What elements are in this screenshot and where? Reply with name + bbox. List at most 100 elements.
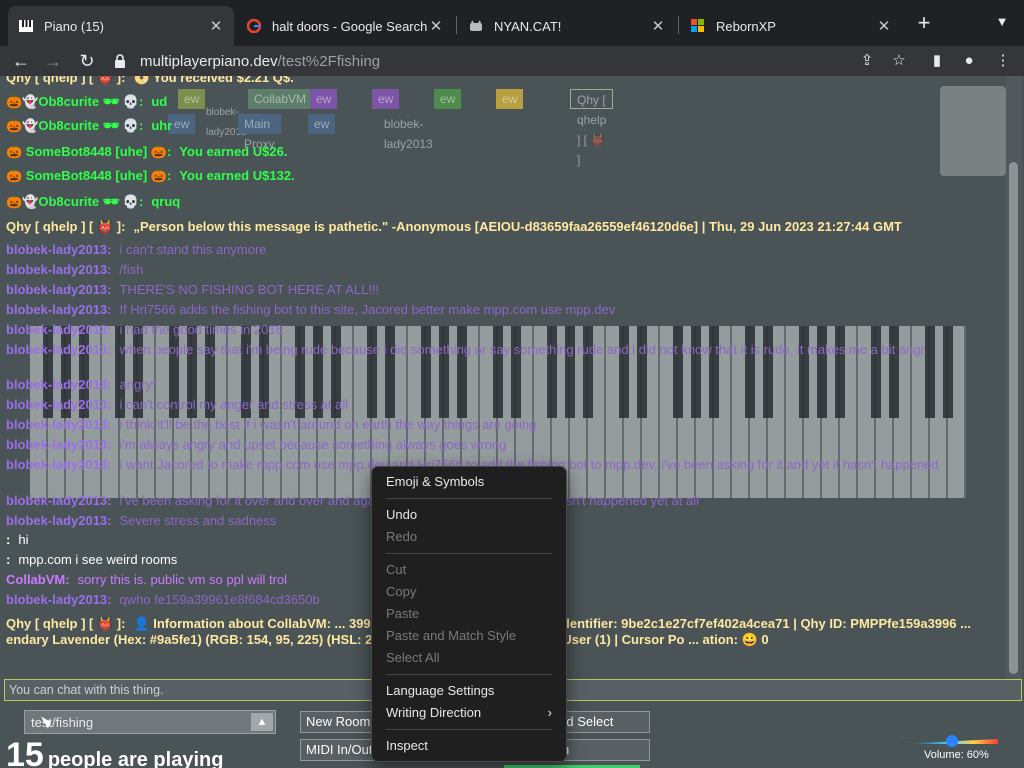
black-key[interactable] [925, 326, 935, 418]
bookmark-star-icon[interactable]: ☆ [888, 50, 910, 72]
menu-item-undo[interactable]: Undo [372, 504, 566, 526]
chat-nick[interactable]: blobek-lady2013: [6, 437, 112, 452]
tab-search-chevron-down-icon[interactable]: ▼ [992, 14, 1012, 34]
chat-nick[interactable]: blobek-lady2013: [6, 322, 112, 337]
people-label: people are playing [47, 749, 224, 768]
chat-nick[interactable]: blobek-lady2013: [6, 342, 112, 357]
share-icon[interactable]: ⇪ [856, 50, 878, 72]
black-key[interactable] [367, 326, 377, 418]
black-key[interactable] [673, 326, 683, 418]
chat-message: 🎃 SomeBot8448 [uhe] 🎃: You earned U$132. [6, 168, 295, 184]
tab-piano[interactable]: Piano (15) ✕ [8, 6, 234, 46]
menu-item-language-settings[interactable]: Language Settings [372, 680, 566, 702]
black-key[interactable] [943, 326, 953, 418]
chat-nick[interactable]: 🎃👻Ob8curite 🕶 💀: [6, 118, 143, 133]
chat-nick[interactable]: : [6, 532, 10, 547]
scrollbar-thumb[interactable] [1009, 162, 1018, 674]
chat-nick[interactable]: blobek-lady2013: [6, 493, 112, 508]
url-path: /test%2Ffishing [277, 52, 381, 70]
close-tab-icon[interactable]: ✕ [650, 17, 666, 35]
close-tab-icon[interactable]: ✕ [428, 17, 444, 35]
black-key[interactable] [439, 326, 449, 418]
back-arrow-icon[interactable]: ← [10, 50, 32, 72]
black-key[interactable] [421, 326, 431, 418]
chat-message: Qhy [ qhelp ] [ 👹 ]: „Person below this m… [6, 219, 902, 235]
black-key[interactable] [637, 326, 647, 418]
black-key[interactable] [763, 326, 773, 418]
menu-item-paste-and-match-style: Paste and Match Style [372, 625, 566, 647]
black-key[interactable] [835, 326, 845, 418]
profile-avatar-icon[interactable]: ● [958, 50, 980, 72]
chat-nick[interactable]: blobek-lady2013: [6, 242, 112, 257]
tab-nyan[interactable]: NYAN.CAT! ✕ [458, 6, 676, 46]
piano-icon [18, 18, 34, 34]
chat-nick[interactable]: 🎃👻Ob8curite 🕶 💀: [6, 194, 143, 209]
tab-title: halt doors - Google Search [272, 18, 428, 34]
chat-nick[interactable]: CollabVM: [6, 572, 70, 587]
address-bar[interactable]: multiplayerpiano.dev/test%2Ffishing [108, 46, 916, 76]
chat-scrollbar[interactable] [1006, 76, 1022, 679]
chat-nick[interactable]: : [6, 552, 10, 567]
chat-nick[interactable]: blobek-lady2013: [6, 513, 112, 528]
menu-item-emoji-symbols[interactable]: Emoji & Symbols [372, 471, 566, 493]
chat-message: 🎃👻Ob8curite 🕶 💀: ud [6, 94, 167, 110]
tab-title: NYAN.CAT! [494, 18, 562, 34]
chat-nick[interactable]: 🎃 SomeBot8448 [uhe] 🎃: [6, 144, 171, 159]
black-key[interactable] [817, 326, 827, 418]
chat-nick[interactable]: 🎃👻Ob8curite 🕶 💀: [6, 94, 143, 109]
black-key[interactable] [457, 326, 467, 418]
black-key[interactable] [565, 326, 575, 418]
black-key[interactable] [385, 326, 395, 418]
black-key[interactable] [511, 326, 521, 418]
chat-nick[interactable]: Qhy [ qhelp ] [ 👹 ]: [6, 76, 125, 85]
room-name: test/fishing [31, 715, 94, 730]
lock-icon[interactable] [114, 54, 130, 68]
forward-arrow-icon[interactable]: → [42, 50, 64, 72]
menu-item-writing-direction[interactable]: Writing Direction › [372, 702, 566, 724]
black-key[interactable] [583, 326, 593, 418]
chat-message: blobek-lady2013: i can't control my anger… [6, 397, 348, 412]
menu-separator [386, 553, 552, 554]
tab-rebornxp[interactable]: RebornXP ✕ [680, 6, 902, 46]
new-tab-plus-icon[interactable]: + [912, 12, 936, 36]
chat-nick[interactable]: blobek-lady2013: [6, 302, 112, 317]
menu-item-inspect[interactable]: Inspect [372, 735, 566, 757]
chevron-up-icon[interactable]: ▲ [251, 713, 273, 731]
people-count: 15 [6, 736, 44, 768]
chat-nick[interactable]: Qhy [ qhelp ] [ 👹 ]: [6, 616, 125, 631]
chat-nick[interactable]: Qhy [ qhelp ] [ 👹 ]: [6, 219, 125, 234]
chat-nick[interactable]: blobek-lady2013: [6, 397, 112, 412]
menu-item-label: Redo [386, 529, 418, 544]
menu-item-label: Writing Direction [386, 705, 482, 720]
volume-slider[interactable]: Volume: 60% [898, 733, 998, 763]
chat-nick[interactable]: blobek-lady2013: [6, 417, 112, 432]
menu-kebab-icon[interactable]: ⋮ [992, 50, 1014, 72]
chat-nick[interactable]: blobek-lady2013: [6, 262, 112, 277]
room-selector[interactable]: test/fishing ▲ [24, 710, 276, 734]
close-tab-icon[interactable]: ✕ [876, 17, 892, 35]
chat-text: THERE'S NO FISHING BOT HERE AT ALL!!! [119, 282, 380, 297]
chat-nick[interactable]: blobek-lady2013: [6, 457, 112, 472]
tab-google[interactable]: halt doors - Google Search ✕ [236, 6, 454, 46]
side-panel-icon[interactable]: ▮ [926, 50, 948, 72]
black-key[interactable] [619, 326, 629, 418]
menu-item-copy: Copy [372, 581, 566, 603]
chat-nick[interactable]: 🎃 SomeBot8448 [uhe] 🎃: [6, 168, 171, 183]
close-tab-icon[interactable]: ✕ [208, 17, 224, 35]
black-key[interactable] [871, 326, 881, 418]
black-key[interactable] [799, 326, 809, 418]
chat-nick[interactable]: blobek-lady2013: [6, 377, 112, 392]
reload-icon[interactable]: ↻ [76, 50, 98, 72]
volume-knob[interactable] [946, 735, 958, 747]
black-key[interactable] [691, 326, 701, 418]
black-key[interactable] [889, 326, 899, 418]
chat-message: blobek-lady2013: angry* [6, 377, 157, 392]
tab-separator [456, 16, 457, 34]
chat-nick[interactable]: blobek-lady2013: [6, 282, 112, 297]
black-key[interactable] [709, 326, 719, 418]
menu-item-label: Paste [386, 606, 420, 621]
black-key[interactable] [547, 326, 557, 418]
chat-nick[interactable]: blobek-lady2013: [6, 592, 112, 607]
black-key[interactable] [745, 326, 755, 418]
black-key[interactable] [493, 326, 503, 418]
